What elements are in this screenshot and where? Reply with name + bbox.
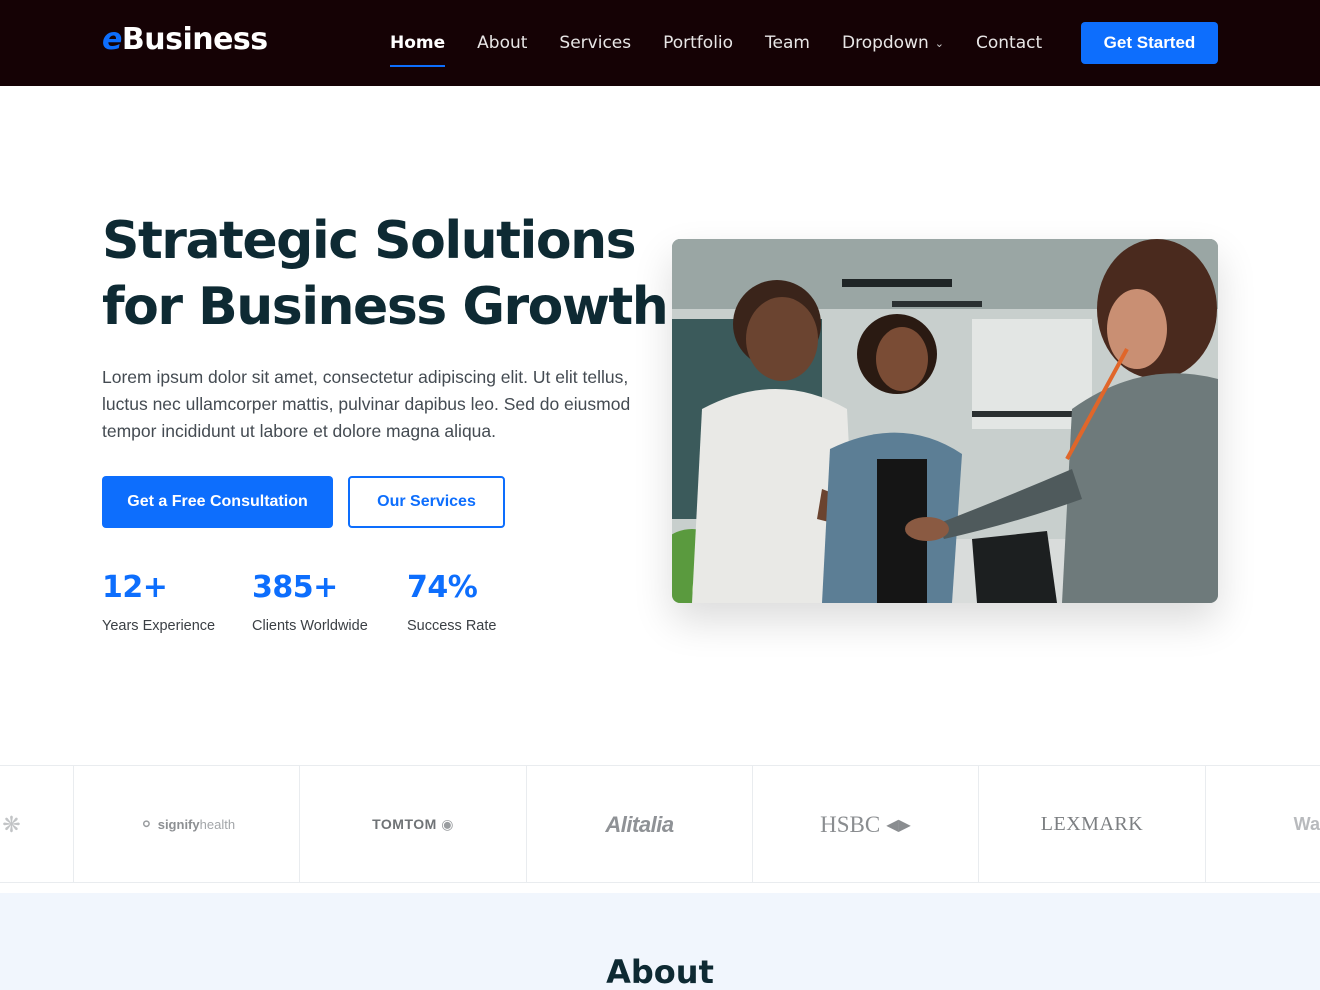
client-logo-partial-right: Wa xyxy=(1206,766,1320,883)
hsbc-logo: HSBC ◀▶ xyxy=(820,812,911,838)
client-logo-hsbc: HSBC ◀▶ xyxy=(753,766,979,883)
nav-item-dropdown[interactable]: Dropdown ⌄ xyxy=(842,33,944,53)
logo-text: Business xyxy=(121,22,268,57)
partial-logo-text: Wa xyxy=(1293,814,1320,834)
s-mark-icon: ⚬ xyxy=(137,814,155,836)
nav-item-about[interactable]: About xyxy=(477,33,527,53)
free-consultation-button[interactable]: Get a Free Consultation xyxy=(102,476,333,528)
hero-title: Strategic Solutions for Business Growth xyxy=(102,208,669,340)
nav-item-dropdown-label: Dropdown xyxy=(841,33,929,53)
hsbc-hexagon-icon: ◀▶ xyxy=(886,815,911,834)
lexmark-logo: LEXMARK xyxy=(1040,813,1144,835)
hero-title-line-1: Strategic Solutions xyxy=(102,211,637,271)
stat-label: Years Experience xyxy=(102,618,216,634)
client-logo-partial-left: ❋ xyxy=(0,766,74,883)
tomtom-text: TOMTOM xyxy=(372,816,437,832)
stat-label: Success Rate xyxy=(407,618,497,634)
main-nav: Home About Services Portfolio Team Dropd… xyxy=(390,0,1074,86)
hero-description: Lorem ipsum dolor sit amet, consectetur … xyxy=(102,367,631,441)
hero-title-line-2: for Business Growth xyxy=(102,277,669,337)
sparkle-icon: ❋ xyxy=(2,811,21,837)
client-logo-alitalia: Alitalia xyxy=(527,766,753,883)
stat-years-experience: 12+ Years Experience xyxy=(102,568,215,634)
signifyhealth-logo: ⚬ signify health xyxy=(138,812,235,837)
stat-clients-worldwide: 385+ Clients Worldwide xyxy=(252,568,368,634)
about-title: About xyxy=(606,953,714,990)
stat-value: 385+ xyxy=(252,570,338,605)
client-logo-lexmark: LEXMARK xyxy=(979,766,1206,883)
client-logo-tomtom: TOMTOM ◉ xyxy=(300,766,527,883)
logo-accent: e xyxy=(102,22,122,57)
tomtom-logo: TOMTOM ◉ xyxy=(372,816,454,833)
nav-item-portfolio[interactable]: Portfolio xyxy=(663,33,733,53)
nav-item-services[interactable]: Services xyxy=(559,33,631,53)
hero-image xyxy=(672,239,1218,603)
tomtom-hand-icon: ◉ xyxy=(441,816,454,832)
signify-bold-text: signify xyxy=(157,817,200,832)
stat-success-rate: 74% Success Rate xyxy=(407,568,496,634)
nav-item-home[interactable]: Home xyxy=(390,33,446,67)
get-started-button[interactable]: Get Started xyxy=(1081,22,1218,64)
nav-item-team[interactable]: Team xyxy=(765,33,810,53)
clients-strip: ❋ ⚬ signify health TOMTOM ◉ Alitalia HSBC ◀… xyxy=(0,765,1320,883)
nav-item-contact[interactable]: Contact xyxy=(976,33,1042,53)
hsbc-text: HSBC xyxy=(820,811,881,837)
stat-value: 74% xyxy=(407,570,478,605)
chevron-down-icon: ⌄ xyxy=(934,36,944,50)
handshake-photo xyxy=(672,239,1218,603)
signify-thin-text: health xyxy=(199,817,236,832)
brand-logo[interactable]: eBusiness xyxy=(102,22,268,57)
stat-label: Clients Worldwide xyxy=(252,618,368,634)
site-header: eBusiness Home About Services Portfolio … xyxy=(0,0,1320,86)
our-services-button[interactable]: Our Services xyxy=(348,476,505,528)
client-logo-signifyhealth: ⚬ signify health xyxy=(74,766,300,883)
about-section: About xyxy=(0,893,1320,990)
alitalia-logo: Alitalia xyxy=(605,811,674,837)
stat-value: 12+ xyxy=(102,570,168,605)
